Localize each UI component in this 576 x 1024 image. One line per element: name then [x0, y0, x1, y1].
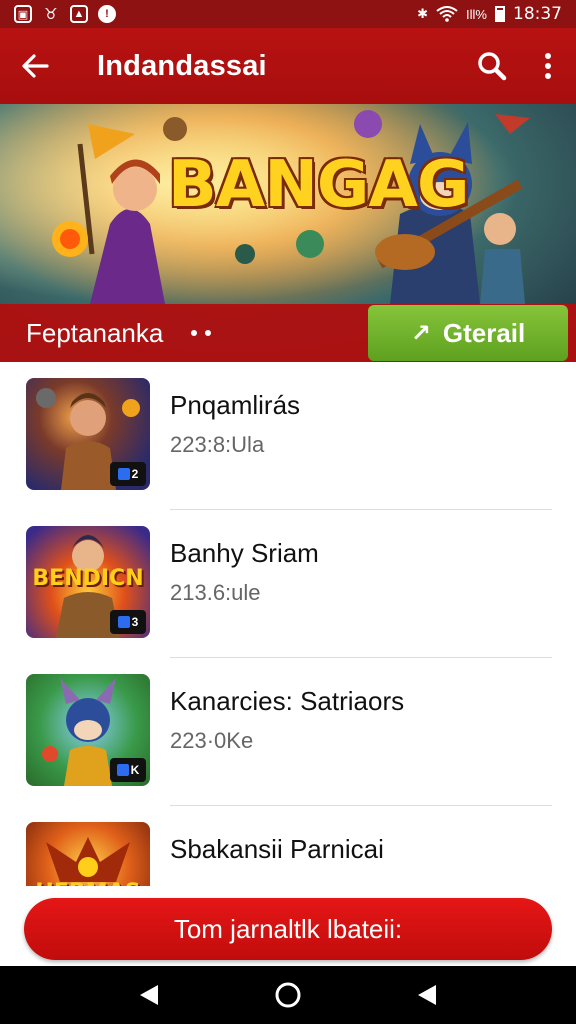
game-thumbnail: BENDICN 3: [26, 526, 150, 638]
platform-badge: 2: [110, 462, 146, 486]
search-icon: [478, 52, 507, 81]
list-item[interactable]: 2 Pnqamlirás 223:8:Ula: [0, 362, 576, 510]
thumbnail-logo: BENDICN: [32, 566, 144, 591]
status-time: 18:37: [513, 4, 562, 24]
game-thumbnail: K: [26, 674, 150, 786]
more-vert-icon: [545, 53, 551, 79]
carousel-dot: [205, 330, 212, 336]
platform-badge: K: [110, 758, 146, 782]
list-item[interactable]: BENDICN 3 Banhy Sriam 213.6:ule: [0, 510, 576, 658]
nav-back-button[interactable]: [119, 966, 179, 1024]
list-item[interactable]: K Kanarcies: Satriaors 223·0Ke: [0, 658, 576, 806]
app-bar: Indandassai: [0, 28, 576, 104]
item-subtitle: 213.6:ule: [170, 580, 261, 605]
home-circle-icon: [275, 982, 301, 1008]
featured-banner[interactable]: BANGAG Feptananka ↗ Gterail: [0, 104, 576, 362]
carousel-dots: [191, 330, 212, 336]
arrow-icon: ↗: [410, 319, 431, 347]
search-button[interactable]: [464, 28, 520, 104]
page-title: Indandassai: [97, 49, 267, 82]
status-right-icons: ✱ Ill% 18:37: [417, 4, 562, 24]
game-thumbnail: 2: [26, 378, 150, 490]
back-triangle-icon: [140, 985, 159, 1005]
battery-icon: [495, 6, 505, 22]
item-title: Pnqamlirás: [170, 390, 301, 420]
cta-button[interactable]: Tom jarnaltlk lbateii:: [24, 898, 552, 960]
game-list: 2 Pnqamlirás 223:8:Ula BENDICN 3 Banhy S…: [0, 362, 576, 954]
screen: ▣ ♉ ▲ ! ✱ Ill% 18:37 Indandassai BANGAG …: [0, 0, 576, 1024]
more-options-button[interactable]: [520, 28, 576, 104]
nav-home-button[interactable]: [258, 966, 318, 1024]
banner-caption: Feptananka: [26, 317, 164, 348]
security-icon: !: [98, 5, 116, 23]
banner-logo: BANGAG: [168, 148, 469, 222]
wifi-icon: [436, 6, 458, 22]
item-title: Banhy Sriam: [170, 538, 319, 568]
get-button-label: Gterail: [442, 317, 526, 348]
back-button[interactable]: [0, 28, 70, 104]
item-title: Sbakansii Parnicai: [170, 834, 384, 864]
cta-container: Tom jarnaltlk lbateii:: [0, 886, 576, 966]
notification-icon: ♉: [44, 6, 58, 23]
carousel-dot: [191, 330, 198, 336]
status-left-icons: ▣ ♉ ▲ !: [14, 5, 116, 23]
banner-bar: Feptananka ↗ Gterail: [0, 304, 576, 362]
item-subtitle: 223·0Ke: [170, 728, 254, 753]
platform-badge: 3: [110, 610, 146, 634]
recents-triangle-icon: [417, 985, 436, 1005]
signal-text: Ill%: [466, 6, 487, 22]
app-actions: [464, 28, 576, 104]
item-title: Kanarcies: Satriaors: [170, 686, 405, 716]
photo-icon: ▲: [70, 5, 88, 23]
item-subtitle: 223:8:Ula: [170, 432, 265, 457]
status-bar: ▣ ♉ ▲ ! ✱ Ill% 18:37: [0, 0, 576, 28]
image-icon: ▣: [14, 5, 32, 23]
get-button[interactable]: ↗ Gterail: [368, 305, 568, 361]
navigation-bar: [0, 966, 576, 1024]
back-arrow-icon: [22, 54, 49, 78]
nav-recents-button[interactable]: [397, 966, 457, 1024]
bluetooth-icon: ✱: [417, 6, 429, 21]
